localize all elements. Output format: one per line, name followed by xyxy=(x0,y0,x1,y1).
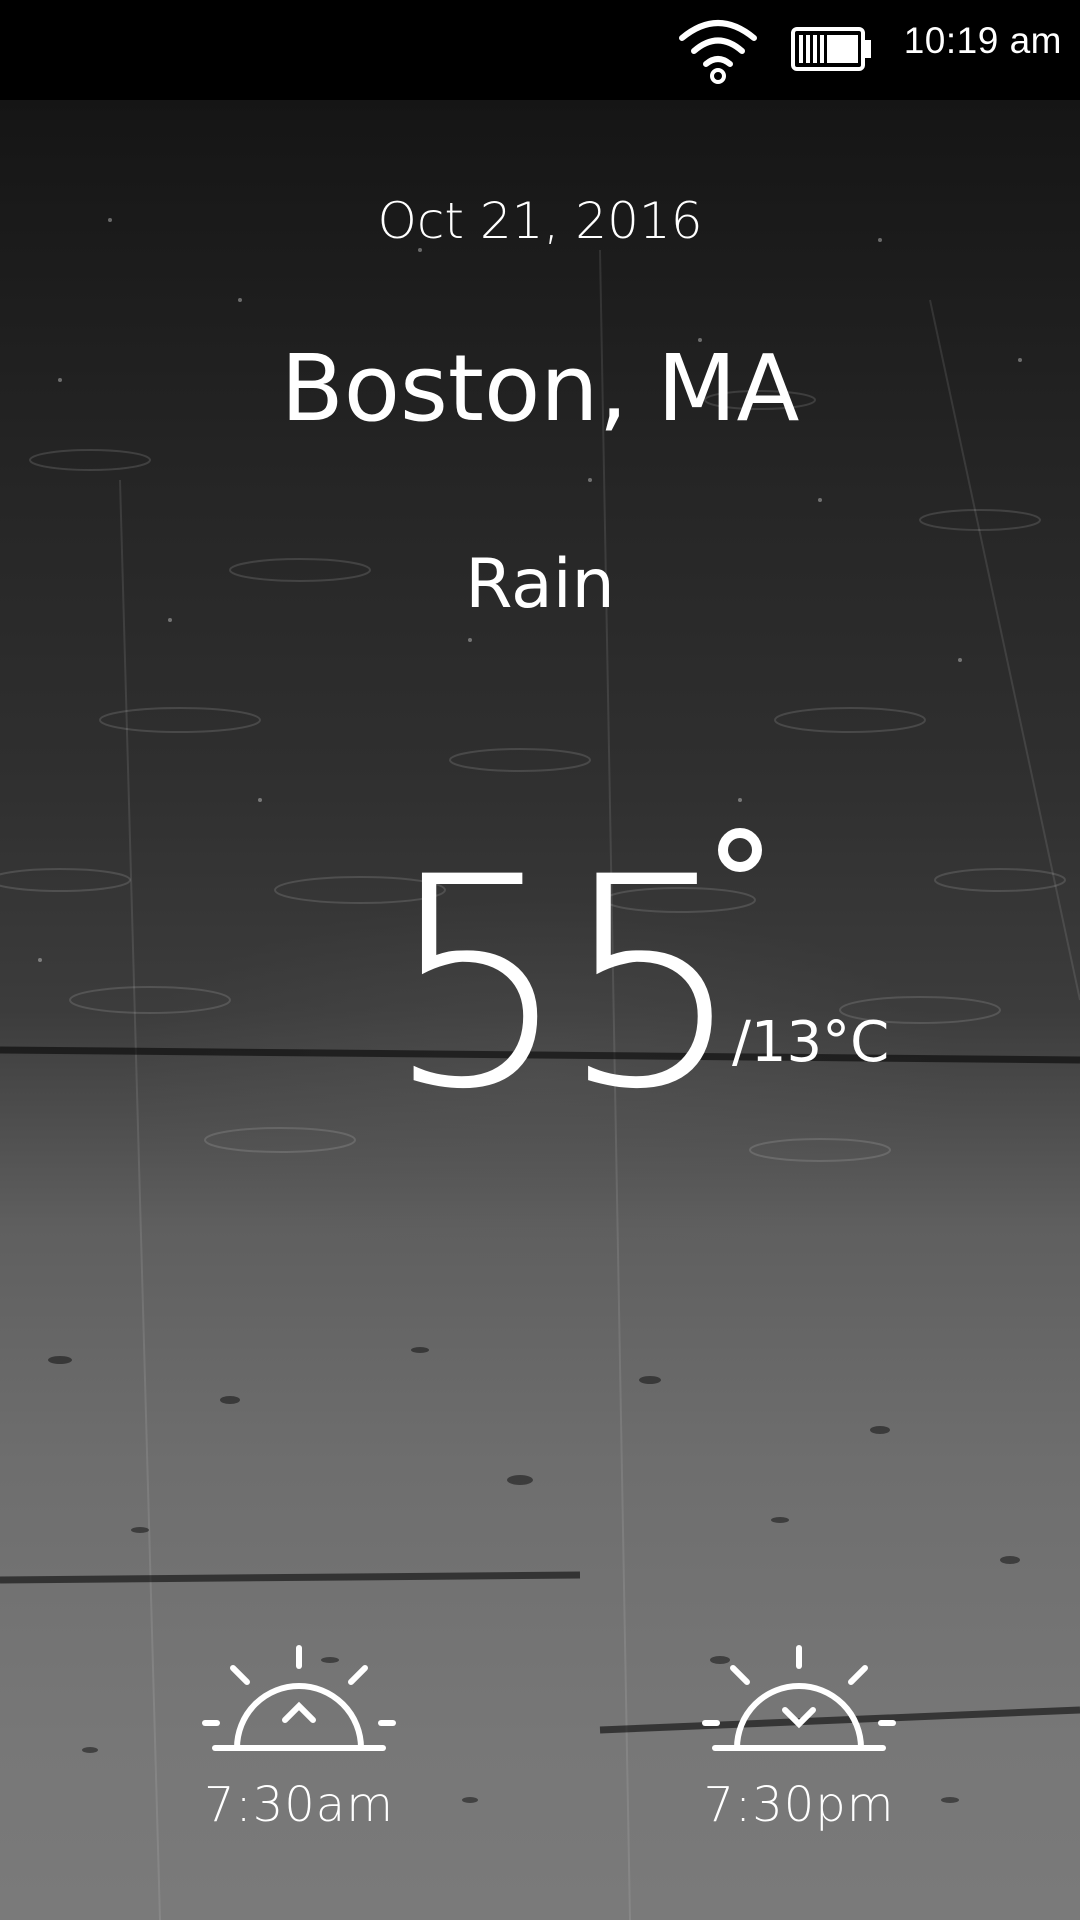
temperature-fahrenheit: 55 xyxy=(385,816,744,1153)
weather-screen: 10:19 am Oct 21, 2016 Boston, MA Rain 55… xyxy=(0,0,1080,1920)
sunrise-block: 7:30am xyxy=(189,1640,409,1833)
sunrise-time: 7:30am xyxy=(204,1777,394,1833)
battery-icon xyxy=(791,27,871,71)
wifi-icon xyxy=(679,20,757,84)
sunrise-icon xyxy=(202,1645,396,1751)
status-bar: 10:19 am xyxy=(0,0,1080,100)
degree-icon xyxy=(718,828,762,872)
temperature-celsius: /13°C xyxy=(732,1010,890,1075)
location-title: Boston, MA xyxy=(280,335,800,442)
date-label: Oct 21, 2016 xyxy=(377,192,703,250)
sunset-block: 7:30pm xyxy=(689,1640,909,1833)
sunset-icon xyxy=(702,1645,896,1751)
sunset-time: 7:30pm xyxy=(703,1777,895,1833)
status-bar-time: 10:19 am xyxy=(903,20,1062,61)
weather-condition: Rain xyxy=(465,545,615,624)
